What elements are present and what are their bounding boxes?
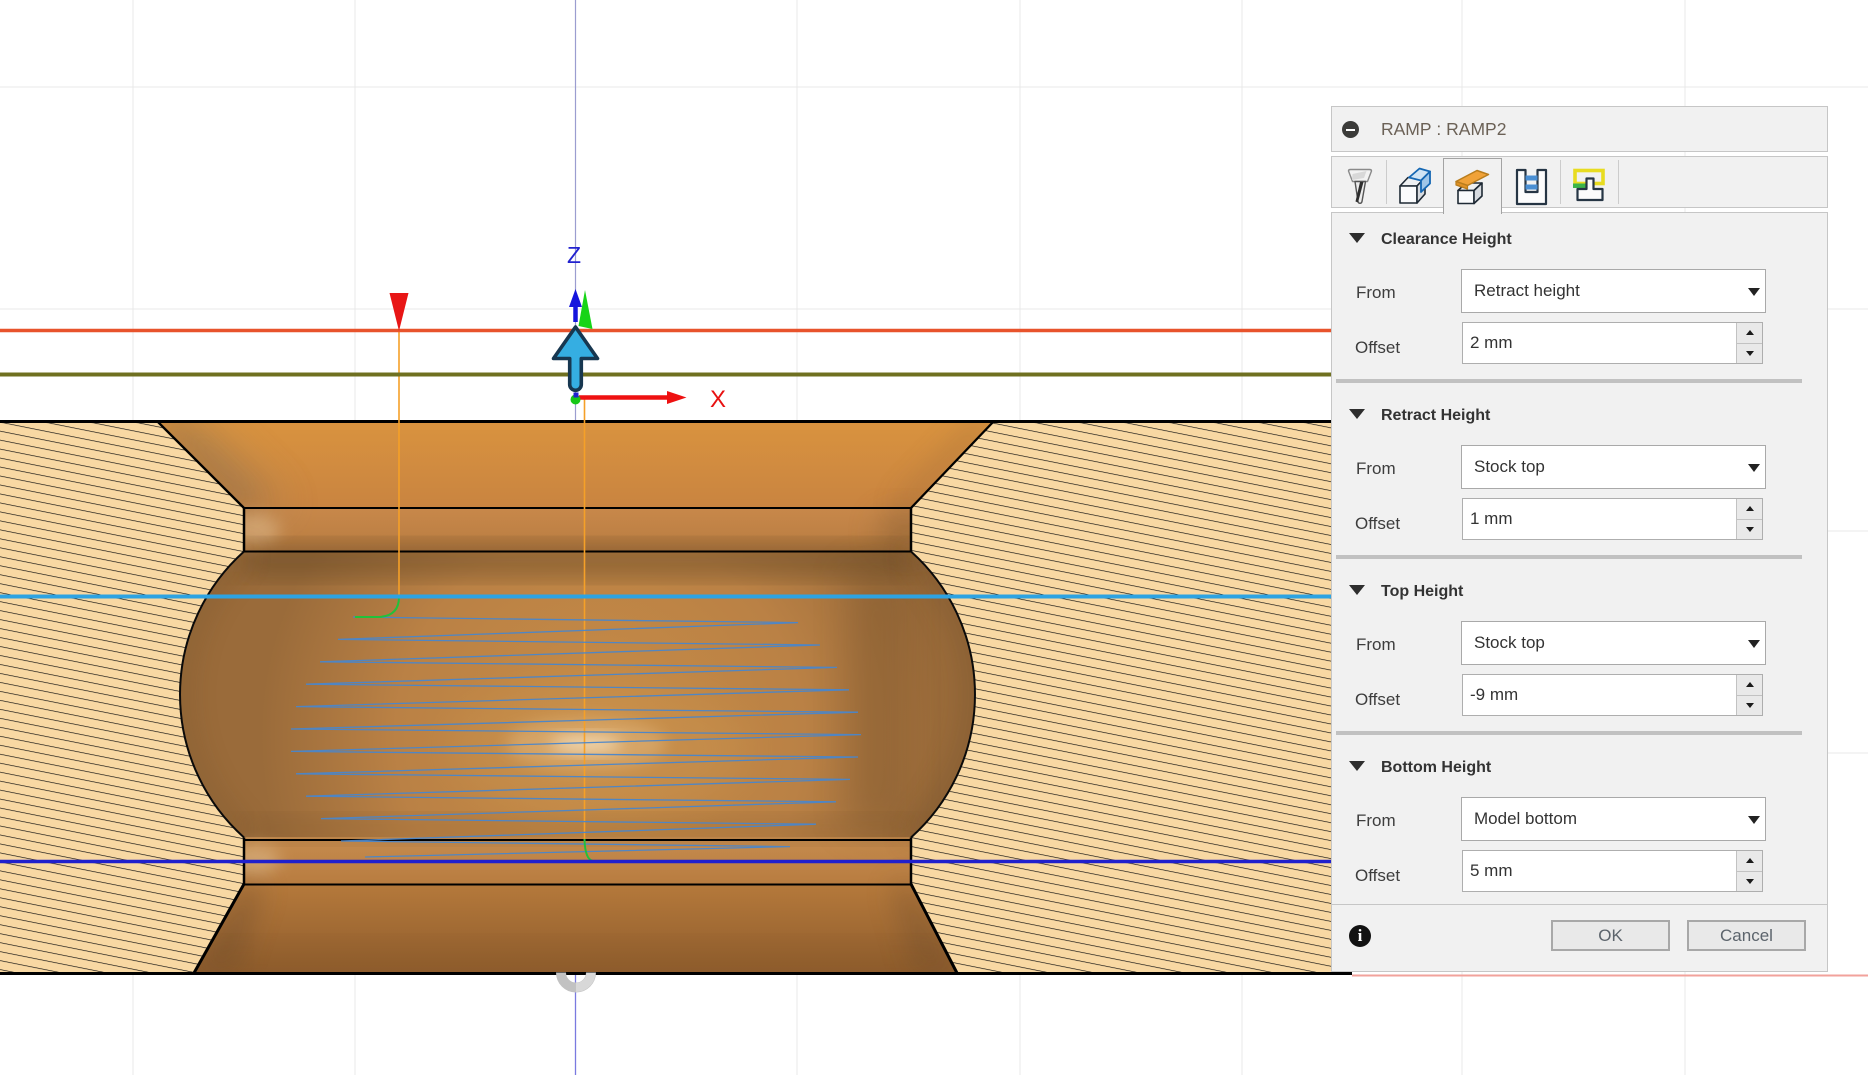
svg-text:X: X bbox=[710, 386, 726, 413]
svg-text:Z: Z bbox=[567, 242, 581, 268]
